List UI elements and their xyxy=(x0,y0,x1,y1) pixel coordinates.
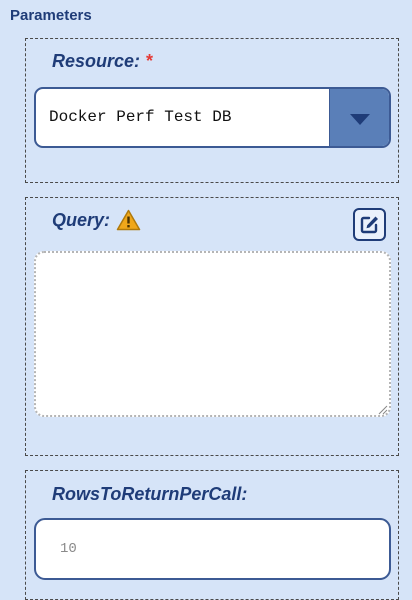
edit-query-button[interactable] xyxy=(353,208,386,241)
edit-icon xyxy=(360,216,378,234)
rows-label: RowsToReturnPerCall: xyxy=(52,484,248,504)
resource-label: Resource: * xyxy=(52,51,153,72)
resource-label-text: Resource: xyxy=(52,51,141,71)
resource-select-value: Docker Perf Test DB xyxy=(49,108,232,126)
caret-down-icon xyxy=(350,114,370,125)
rows-to-return-input[interactable] xyxy=(34,518,391,580)
resource-select[interactable]: Docker Perf Test DB xyxy=(34,87,391,148)
query-textarea[interactable] xyxy=(34,251,391,417)
query-parameter-group: Query: xyxy=(25,197,399,456)
warning-icon xyxy=(116,209,141,231)
resource-parameter-group: Resource: * Docker Perf Test DB xyxy=(25,38,399,183)
rows-parameter-group: RowsToReturnPerCall: xyxy=(25,470,399,600)
resource-dropdown-button[interactable] xyxy=(329,89,389,146)
resize-grip-icon[interactable] xyxy=(378,405,388,415)
section-title: Parameters xyxy=(10,7,92,24)
query-label: Query: xyxy=(52,210,111,230)
required-asterisk: * xyxy=(146,51,154,71)
